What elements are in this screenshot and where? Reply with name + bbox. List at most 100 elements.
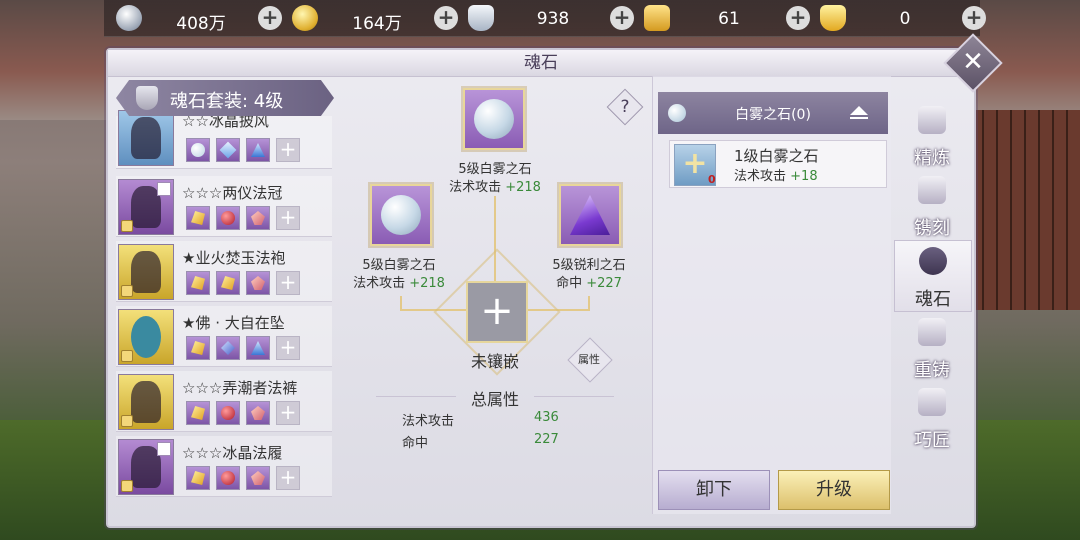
cape-icon: [131, 117, 161, 159]
gem-slot[interactable]: [186, 401, 210, 425]
add-gold-button[interactable]: +: [434, 6, 458, 30]
equipment-row[interactable]: ☆☆☆冰晶法履: [116, 436, 332, 497]
add-locked-gold-button[interactable]: +: [786, 6, 810, 30]
pendant-icon: [131, 316, 161, 358]
socket-right-name: 5级锐利之石: [552, 258, 626, 273]
tag-icon: [157, 442, 171, 456]
robe-icon: [131, 251, 161, 293]
equipment-list[interactable]: ☆☆冰晶披风 ☆☆☆两仪法冠 ★业火焚玉法袍 ★佛 · 大自在坠: [116, 80, 334, 498]
background-lattice: [970, 110, 1080, 310]
socket-center-empty[interactable]: +: [466, 281, 528, 343]
equipment-portrait: [118, 244, 174, 300]
tab-label: 重铸: [914, 360, 950, 381]
amber-gem-icon: [191, 406, 205, 420]
equipment-row[interactable]: ★业火焚玉法袍: [116, 241, 332, 302]
empty-gem-slot[interactable]: [276, 271, 300, 295]
empty-gem-slot[interactable]: [276, 466, 300, 490]
attr-name: 法术攻击: [353, 276, 406, 291]
gem-slot[interactable]: [216, 401, 240, 425]
collapse-icon[interactable]: [850, 106, 868, 119]
equipment-row[interactable]: ☆☆☆两仪法冠: [116, 176, 332, 237]
gem-slot[interactable]: [246, 336, 270, 360]
tab-label: 精炼: [914, 148, 950, 169]
currency-value: 0: [899, 9, 911, 29]
attr-name: 法术攻击: [449, 180, 502, 195]
equipment-portrait: [118, 309, 174, 365]
gem-slot[interactable]: [216, 271, 240, 295]
socket-top[interactable]: [463, 88, 525, 150]
socket-right[interactable]: [559, 184, 621, 246]
total-attributes-title: 总属性: [360, 386, 630, 410]
crystal-gem-icon: [219, 141, 237, 159]
empty-gem-slot[interactable]: [276, 336, 300, 360]
upgrade-button[interactable]: 升级: [778, 470, 890, 510]
set-level-banner: 魂石套装: 4级: [116, 80, 334, 116]
socket-left[interactable]: [370, 184, 432, 246]
tab-refine[interactable]: 精炼: [894, 100, 970, 170]
equipment-name: ★佛 · 大自在坠: [182, 314, 285, 332]
stone-count: 0: [708, 173, 716, 186]
pink-gem-icon: [251, 471, 265, 485]
equipment-row[interactable]: ☆☆冰晶披风: [116, 110, 332, 169]
amber-gem-icon: [191, 211, 205, 225]
white-mist-stone-icon: [381, 195, 421, 235]
anvil-icon: [918, 388, 946, 416]
gem-slot[interactable]: [216, 206, 240, 230]
gem-slot[interactable]: [246, 138, 270, 162]
tab-label: 魂石: [915, 289, 951, 310]
unload-button[interactable]: 卸下: [658, 470, 770, 510]
shield-icon: [136, 86, 158, 110]
gem-slot[interactable]: [246, 401, 270, 425]
equipment-name: ★业火焚玉法袍: [182, 249, 286, 267]
gold-coin-icon: [292, 5, 318, 31]
gem-slot[interactable]: [246, 466, 270, 490]
equipment-row[interactable]: ☆☆☆弄潮者法裤: [116, 371, 332, 432]
add-silver-button[interactable]: +: [258, 6, 282, 30]
silver-ingot-icon: [468, 5, 494, 31]
gem-slot[interactable]: [216, 138, 240, 162]
plus-icon: +: [480, 288, 514, 334]
connector-line: [588, 296, 590, 310]
gem-slot[interactable]: [246, 206, 270, 230]
gem-slot[interactable]: [216, 466, 240, 490]
ruby-gem-icon: [221, 211, 235, 225]
tab-craftsman[interactable]: 巧匠: [894, 382, 970, 452]
triangle-gem-icon: [251, 341, 265, 355]
gem-slot[interactable]: [186, 271, 210, 295]
total-attr-value: 227: [534, 432, 559, 447]
tab-label: 巧匠: [914, 430, 950, 451]
socket-left-name: 5级白雾之石: [362, 258, 436, 273]
gem-slot[interactable]: [186, 138, 210, 162]
gem-slot[interactable]: [246, 271, 270, 295]
empty-gem-slot[interactable]: [276, 138, 300, 162]
stone-item-name: 1级白雾之石: [734, 147, 819, 165]
gem-slot[interactable]: [186, 336, 210, 360]
gold-ingot-icon: [820, 5, 846, 31]
equipment-name: ☆☆☆两仪法冠: [182, 184, 283, 202]
white-mist-stone-icon: [668, 104, 686, 122]
sharp-stone-icon: [570, 195, 610, 235]
attr-name: 法术攻击: [734, 169, 787, 184]
gem-slot[interactable]: [186, 206, 210, 230]
ruby-gem-icon: [221, 406, 235, 420]
add-ingot-button[interactable]: +: [610, 6, 634, 30]
lock-icon: [121, 220, 133, 232]
equipment-name: ☆☆☆弄潮者法裤: [182, 379, 298, 397]
stone-category-header[interactable]: 白雾之石(0): [658, 92, 888, 134]
attr-value: +18: [790, 169, 818, 184]
gem-slot[interactable]: [186, 466, 210, 490]
currency-bar: 408万 + 164万 + 938 + 61 + 0 +: [104, 0, 986, 37]
equipment-row[interactable]: ★佛 · 大自在坠: [116, 306, 332, 367]
tab-reforge[interactable]: 重铸: [894, 312, 970, 382]
lock-icon: [121, 350, 133, 362]
empty-gem-slot[interactable]: [276, 206, 300, 230]
gem-slot[interactable]: [216, 336, 240, 360]
tab-soulstone[interactable]: 魂石: [894, 240, 972, 312]
total-attr-name: 命中: [402, 436, 429, 451]
stone-list-item[interactable]: + 0 1级白雾之石 法术攻击 +18: [669, 140, 887, 188]
tab-engrave[interactable]: 镌刻: [894, 170, 970, 240]
add-gold-ingot-button[interactable]: +: [962, 6, 986, 30]
empty-gem-slot[interactable]: [276, 401, 300, 425]
white-mist-stone-icon: [474, 99, 514, 139]
silver-coin-icon: [116, 5, 142, 31]
